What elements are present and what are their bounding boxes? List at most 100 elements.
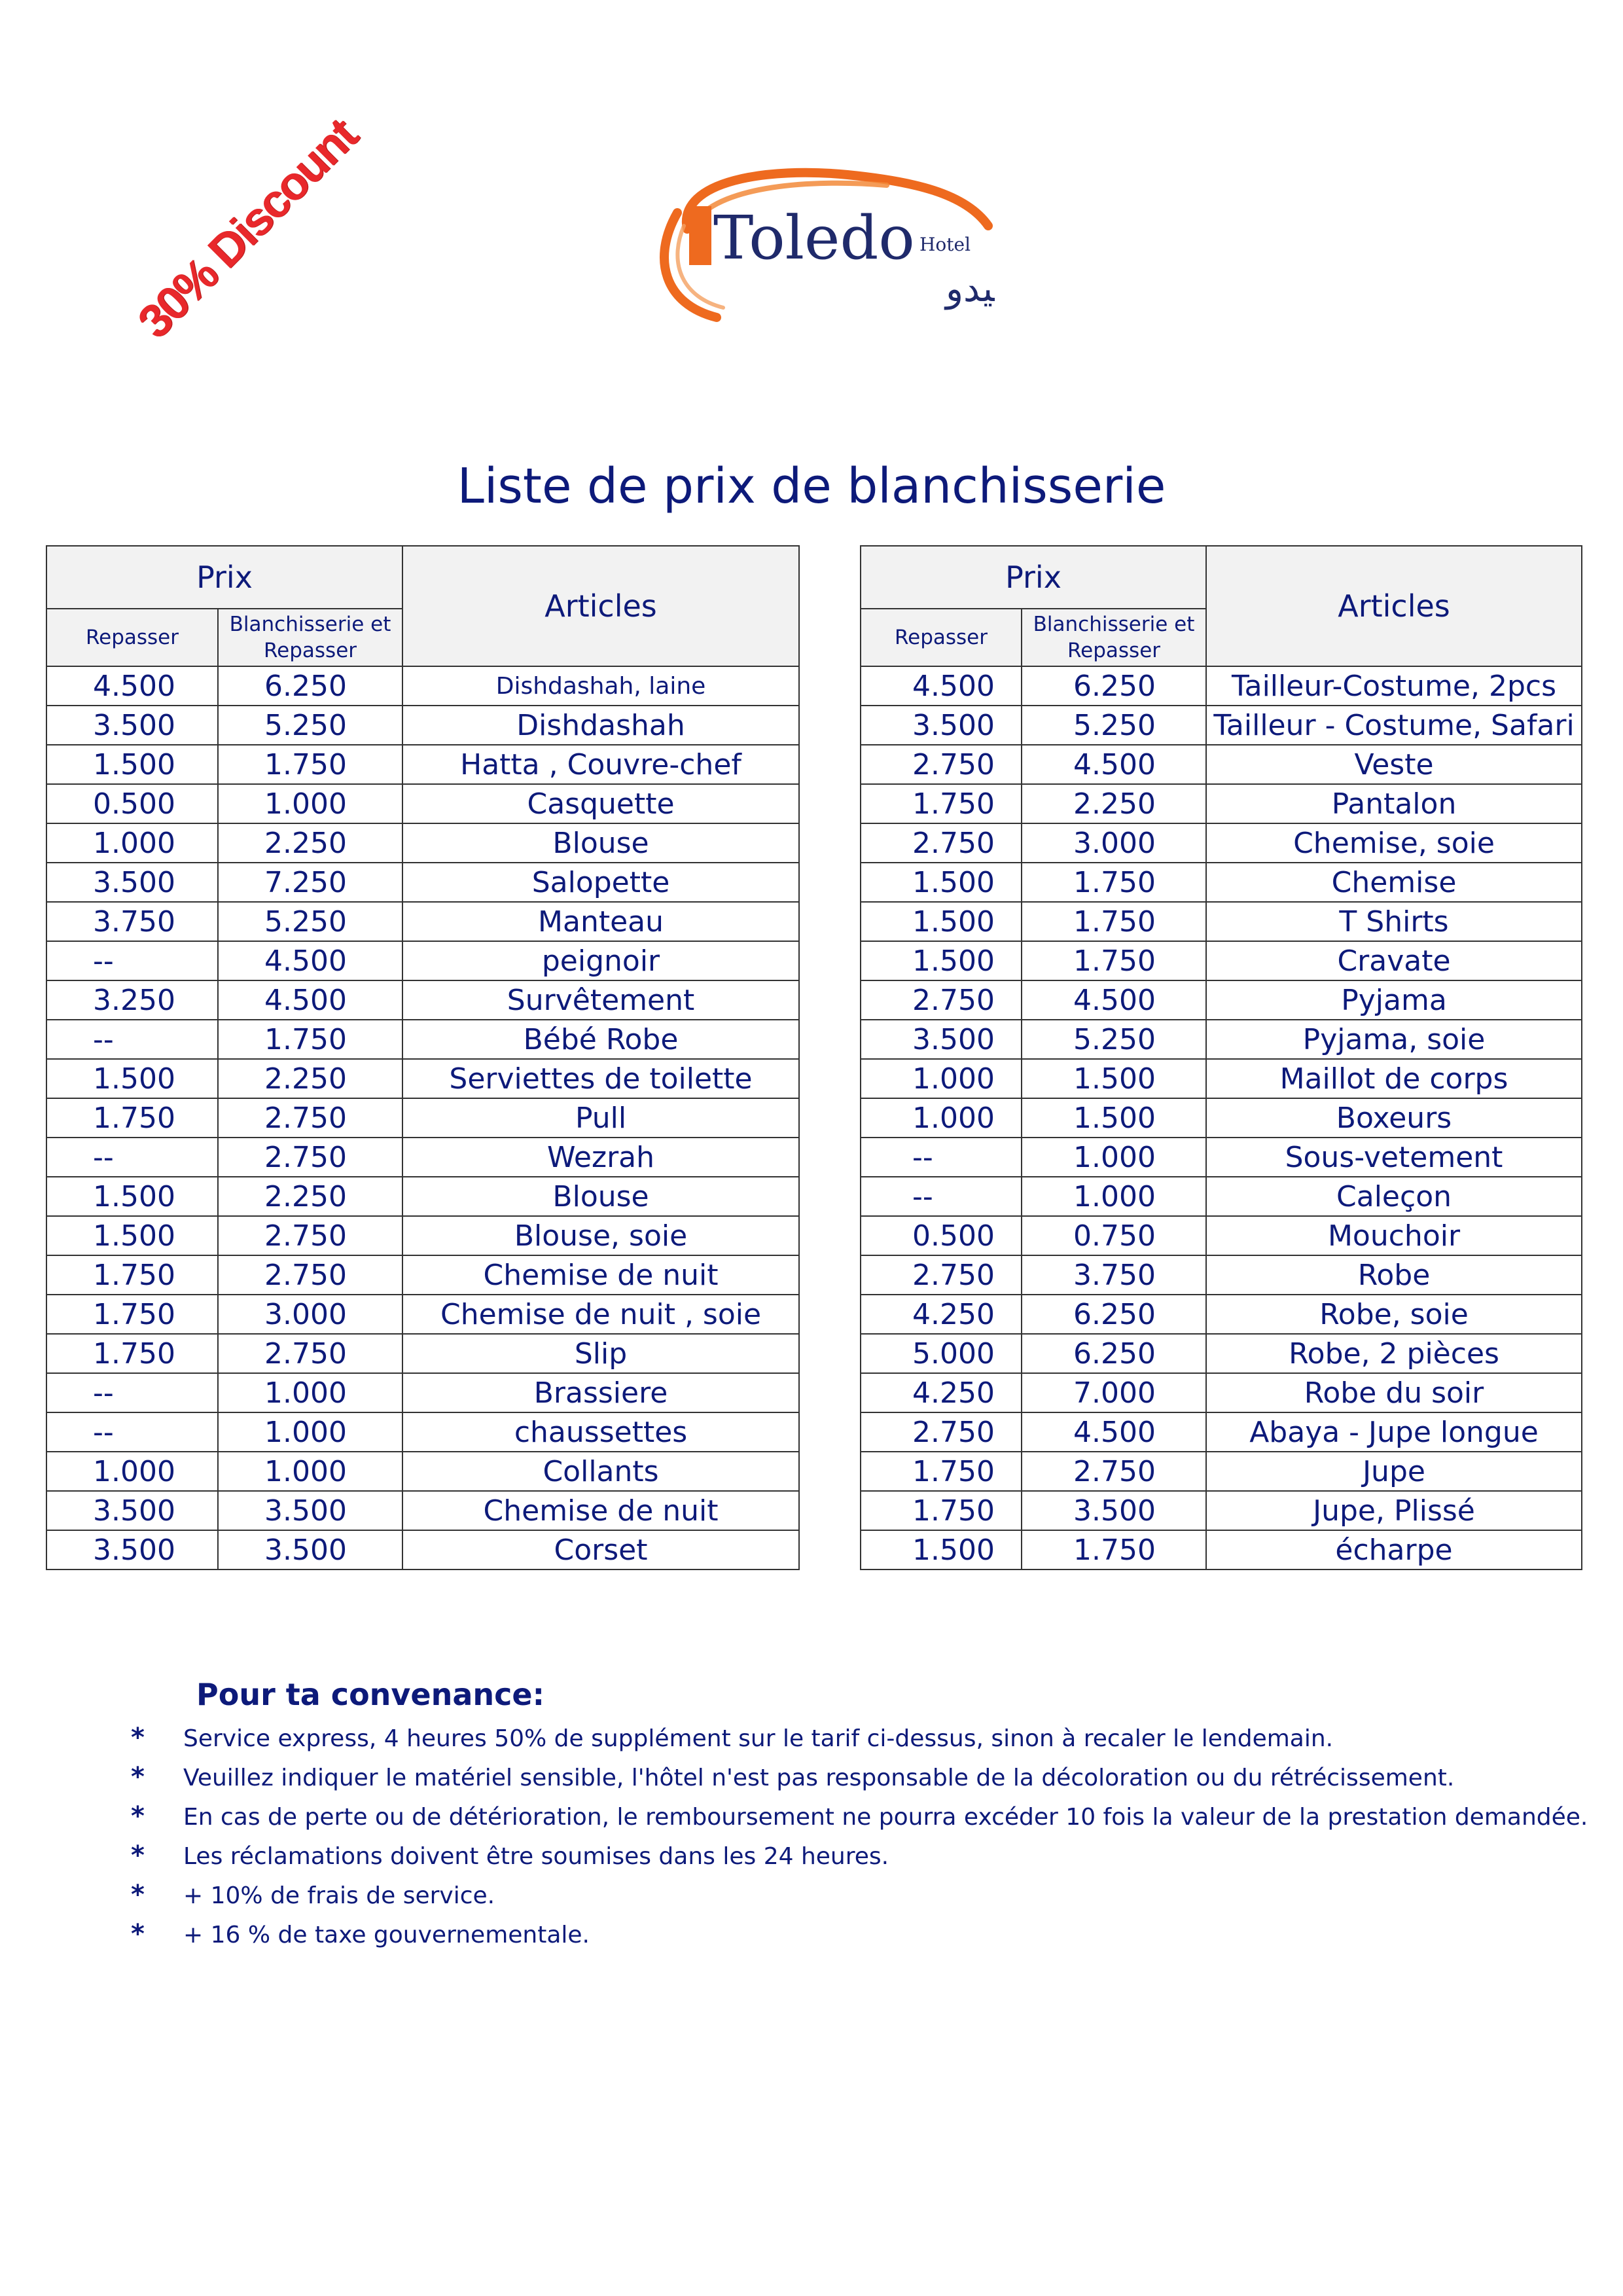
price-repasser: 1.500 <box>860 1530 1022 1570</box>
article-name: écharpe <box>1205 1530 1583 1570</box>
article-name: Caleçon <box>1205 1176 1583 1217</box>
price-blanchisserie: 4.500 <box>1020 744 1207 785</box>
price-blanchisserie: 1.500 <box>1020 1098 1207 1138</box>
price-blanchisserie: 4.500 <box>217 941 404 981</box>
price-blanchisserie: 1.750 <box>1020 901 1207 942</box>
bullet-star: * <box>131 1723 145 1753</box>
discount-stamp: 30% Discount <box>128 109 367 349</box>
article-name: Pyjama, soie <box>1205 1019 1583 1060</box>
note-text: En cas de perte ou de détérioration, le … <box>183 1804 1588 1831</box>
article-name: Sous-vetement <box>1205 1137 1583 1177</box>
price-repasser: 3.500 <box>46 862 219 903</box>
price-repasser: 1.750 <box>46 1255 219 1295</box>
note-text: + 16 % de taxe gouvernementale. <box>183 1922 590 1948</box>
header-repasser: Repasser <box>860 608 1022 667</box>
price-repasser: 2.750 <box>860 1412 1022 1452</box>
article-name: Manteau <box>402 901 800 942</box>
article-name: Chemise de nuit , soie <box>402 1294 800 1335</box>
price-repasser: 4.250 <box>860 1294 1022 1335</box>
price-repasser: 2.750 <box>860 744 1022 785</box>
price-repasser: -- <box>860 1176 1022 1217</box>
article-name: Slip <box>402 1333 800 1374</box>
price-table-left-body: 4.500 6.250 Dishdashah, laine 3.500 5.250 Dis… <box>46 666 800 1570</box>
notes-title: Pour ta convenance: <box>196 1677 545 1712</box>
price-repasser: 2.750 <box>860 1255 1022 1295</box>
table-row: 3.250 4.500 Survêtement <box>46 980 800 1020</box>
logo-name: Toledo <box>713 203 915 273</box>
table-row: 1.500 1.750 écharpe <box>860 1530 1583 1570</box>
price-blanchisserie: 3.500 <box>217 1530 404 1570</box>
table-row: 3.500 5.250 Pyjama, soie <box>860 1019 1583 1060</box>
hotel-logo: Toledo Hotel فندق توليدو <box>638 167 1122 331</box>
price-blanchisserie: 1.750 <box>1020 1530 1207 1570</box>
article-name: Pull <box>402 1098 800 1138</box>
header-blanchisserie: Blanchisserie et Repasser <box>217 608 404 667</box>
price-blanchisserie: 1.000 <box>1020 1176 1207 1217</box>
price-repasser: 1.750 <box>860 1490 1022 1531</box>
price-repasser: 3.500 <box>46 1490 219 1531</box>
table-row: 1.000 1.500 Boxeurs <box>860 1098 1583 1138</box>
table-row: -- 2.750 Wezrah <box>46 1137 800 1177</box>
price-repasser: 1.000 <box>46 1451 219 1492</box>
article-name: Abaya - Jupe longue <box>1205 1412 1583 1452</box>
table-row: -- 1.750 Bébé Robe <box>46 1019 800 1060</box>
price-blanchisserie: 2.250 <box>1020 783 1207 824</box>
note-item: * Les réclamations doivent être soumises … <box>131 1836 1571 1875</box>
article-name: Cravate <box>1205 941 1583 981</box>
table-row: 1.750 2.750 Chemise de nuit <box>46 1255 800 1295</box>
table-row: 1.500 2.250 Serviettes de toilette <box>46 1058 800 1099</box>
table-row: -- 1.000 Brassiere <box>46 1372 800 1413</box>
article-name: Casquette <box>402 783 800 824</box>
price-repasser: 1.500 <box>860 901 1022 942</box>
table-row: 2.750 3.750 Robe <box>860 1255 1583 1295</box>
price-blanchisserie: 2.250 <box>217 1176 404 1217</box>
price-blanchisserie: 3.000 <box>1020 823 1207 863</box>
price-repasser: 1.000 <box>860 1098 1022 1138</box>
article-name: Robe, soie <box>1205 1294 1583 1335</box>
bullet-star: * <box>131 1880 145 1910</box>
table-row: 1.750 2.750 Jupe <box>860 1451 1583 1492</box>
article-name: T Shirts <box>1205 901 1583 942</box>
price-repasser: 1.500 <box>46 1176 219 1217</box>
table-row: 1.000 1.000 Collants <box>46 1451 800 1492</box>
table-row: 1.500 2.750 Blouse, soie <box>46 1215 800 1256</box>
table-row: 1.500 1.750 Hatta , Couvre-chef <box>46 744 800 785</box>
table-row: -- 4.500 peignoir <box>46 941 800 981</box>
price-repasser: -- <box>860 1137 1022 1177</box>
table-row: 3.500 3.500 Chemise de nuit <box>46 1490 800 1531</box>
bullet-star: * <box>131 1919 145 1949</box>
table-row: 1.500 1.750 T Shirts <box>860 901 1583 942</box>
table-row: 1.000 2.250 Blouse <box>46 823 800 863</box>
price-repasser: 1.750 <box>860 783 1022 824</box>
price-blanchisserie: 2.750 <box>217 1098 404 1138</box>
header-articles: Articles <box>1205 545 1583 667</box>
article-name: Blouse <box>402 823 800 863</box>
price-blanchisserie: 2.250 <box>217 823 404 863</box>
price-repasser: 5.000 <box>860 1333 1022 1374</box>
price-blanchisserie: 6.250 <box>217 666 404 706</box>
price-blanchisserie: 5.250 <box>217 901 404 942</box>
article-name: Maillot de corps <box>1205 1058 1583 1099</box>
table-row: 2.750 3.000 Chemise, soie <box>860 823 1583 863</box>
price-blanchisserie: 1.750 <box>217 744 404 785</box>
table-row: 3.750 5.250 Manteau <box>46 901 800 942</box>
price-repasser: 3.750 <box>46 901 219 942</box>
article-name: Corset <box>402 1530 800 1570</box>
price-repasser: 1.500 <box>860 941 1022 981</box>
article-name: Jupe <box>1205 1451 1583 1492</box>
article-name: Chemise de nuit <box>402 1255 800 1295</box>
article-name: Boxeurs <box>1205 1098 1583 1138</box>
header-blanchisserie: Blanchisserie et Repasser <box>1020 608 1207 667</box>
article-name: chaussettes <box>402 1412 800 1452</box>
table-row: 1.500 1.750 Chemise <box>860 862 1583 903</box>
price-repasser: 1.500 <box>46 1215 219 1256</box>
price-blanchisserie: 2.750 <box>217 1255 404 1295</box>
price-repasser: 3.500 <box>860 705 1022 745</box>
article-name: Robe du soir <box>1205 1372 1583 1413</box>
price-blanchisserie: 3.500 <box>217 1490 404 1531</box>
price-repasser: 3.500 <box>46 1530 219 1570</box>
header-prix: Prix <box>859 545 1207 609</box>
article-name: Mouchoir <box>1205 1215 1583 1256</box>
note-item: * + 10% de frais de service. <box>131 1875 1571 1914</box>
price-repasser: -- <box>46 1372 219 1413</box>
